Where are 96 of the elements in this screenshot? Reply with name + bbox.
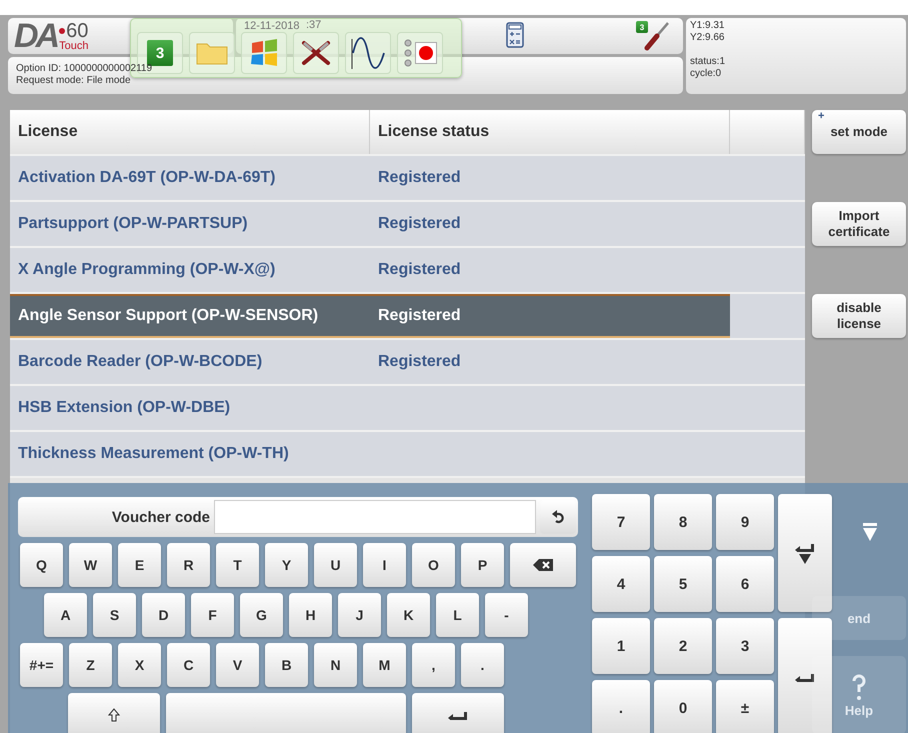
key[interactable]: Z (69, 643, 112, 687)
key[interactable]: #+= (20, 643, 63, 687)
key[interactable]: 3 (716, 618, 774, 674)
key[interactable]: H (289, 593, 332, 637)
table-cell-text: Barcode Reader (OP-W-BCODE) (17, 352, 264, 372)
enter-icon (448, 710, 468, 720)
key[interactable]: D (142, 593, 185, 637)
enter-icon (795, 542, 815, 552)
key[interactable]: I (363, 543, 406, 587)
request-mode: Request mode: File mode (16, 75, 132, 87)
date-text: 12-11-2018 (244, 20, 300, 32)
key[interactable]: S (93, 593, 136, 637)
field-label: Voucher code (110, 508, 210, 526)
status-text: status:1 (690, 56, 726, 68)
table-cell-text: Partsupport (OP-W-PARTSUP) (17, 214, 249, 234)
backspace-key[interactable] (510, 543, 576, 587)
key[interactable]: R (167, 543, 210, 587)
key[interactable]: X (118, 643, 161, 687)
table-cell-text: Activation DA-69T (OP-W-DA-69T) (17, 168, 276, 188)
key[interactable]: M (363, 643, 406, 687)
key[interactable]: U (314, 543, 357, 587)
column-header: License status (370, 110, 730, 154)
license-row[interactable]: Angle Sensor Support (OP-W-SENSOR) Registered (10, 294, 805, 340)
key[interactable]: O (412, 543, 455, 587)
license-row[interactable]: Thickness Measurement (OP-W-TH) (10, 432, 805, 478)
key[interactable]: C (167, 643, 210, 687)
key[interactable]: B (265, 643, 308, 687)
status-text: Y2:9.66 (690, 32, 726, 44)
key[interactable]: - (485, 593, 528, 637)
key[interactable]: Q (20, 543, 63, 587)
license-row[interactable]: Barcode Reader (OP-W-BCODE) Registered (10, 340, 805, 386)
key[interactable]: E (118, 543, 161, 587)
table-cell: Registered (370, 294, 730, 338)
undo-icon (551, 510, 565, 524)
table-cell-text: Thickness Measurement (OP-W-TH) (17, 444, 290, 464)
key[interactable]: 0 (654, 680, 712, 733)
key[interactable]: V (216, 643, 259, 687)
key[interactable]: . (461, 643, 504, 687)
key[interactable]: P (461, 543, 504, 587)
key[interactable]: 8 (654, 494, 712, 550)
key[interactable]: . (592, 680, 650, 733)
count-badge: 3 (636, 21, 648, 33)
plus-icon: + (818, 110, 824, 124)
key[interactable]: 4 (592, 556, 650, 612)
table-cell-text: Registered (377, 214, 462, 234)
option-id: Option ID: 1000000000002119 (16, 63, 154, 75)
key[interactable]: L (436, 593, 479, 637)
table-cell-text: Registered (377, 260, 462, 280)
key[interactable]: 9 (716, 494, 774, 550)
dots-icon (404, 39, 412, 67)
flag-icon[interactable] (249, 39, 279, 67)
license-row[interactable]: Activation DA-69T (OP-W-DA-69T) Registered (10, 156, 805, 202)
column-header: License (10, 110, 370, 154)
table-cell: Angle Sensor Support (OP-W-SENSOR) (10, 294, 370, 338)
key[interactable]: ± (716, 680, 774, 733)
key[interactable]: J (338, 593, 381, 637)
key[interactable]: 1 (592, 618, 650, 674)
enter-next-key[interactable] (778, 494, 832, 612)
key[interactable]: G (240, 593, 283, 637)
side-button[interactable]: Import certificate (812, 202, 906, 246)
enter-icon (795, 672, 815, 682)
shift-icon (108, 708, 120, 722)
sine-wave-icon[interactable] (350, 37, 386, 69)
key[interactable]: 7 (592, 494, 650, 550)
key[interactable]: Y (265, 543, 308, 587)
key[interactable]: W (69, 543, 112, 587)
table-cell-text: Registered (377, 168, 462, 188)
record-icon[interactable] (414, 42, 436, 64)
key[interactable]: K (387, 593, 430, 637)
calculator-icon[interactable] (506, 22, 524, 48)
license-row[interactable]: X Angle Programming (OP-W-X@) Registered (10, 248, 805, 294)
table-cell-text: Registered (377, 352, 462, 372)
collapse-icon[interactable] (863, 523, 877, 541)
license-row[interactable]: HSB Extension (OP-W-DBE) (10, 386, 805, 432)
key[interactable]: 2 (654, 618, 712, 674)
tools-icon[interactable] (301, 40, 331, 66)
backspace-icon (533, 559, 553, 571)
status-text: Y1:9.31 (690, 20, 726, 32)
license-row[interactable]: Partsupport (OP-W-PARTSUP) Registered (10, 202, 805, 248)
key[interactable]: 6 (716, 556, 774, 612)
side-button[interactable]: disable license (812, 294, 906, 338)
table-cell-text: HSB Extension (OP-W-DBE) (17, 398, 232, 418)
voucher-field[interactable] (214, 500, 536, 534)
down-icon (799, 554, 811, 564)
enter-key[interactable] (412, 693, 504, 733)
key[interactable]: A (44, 593, 87, 637)
key[interactable]: , (412, 643, 455, 687)
side-button[interactable]: + set mode (812, 110, 906, 154)
key[interactable]: N (314, 643, 357, 687)
table-cell-text: X Angle Programming (OP-W-X@) (17, 260, 276, 280)
question-icon (851, 672, 867, 702)
key[interactable]: 5 (654, 556, 712, 612)
key[interactable]: F (191, 593, 234, 637)
key[interactable]: T (216, 543, 259, 587)
time-text: :37 (306, 19, 322, 31)
status-text: cycle:0 (690, 68, 722, 80)
